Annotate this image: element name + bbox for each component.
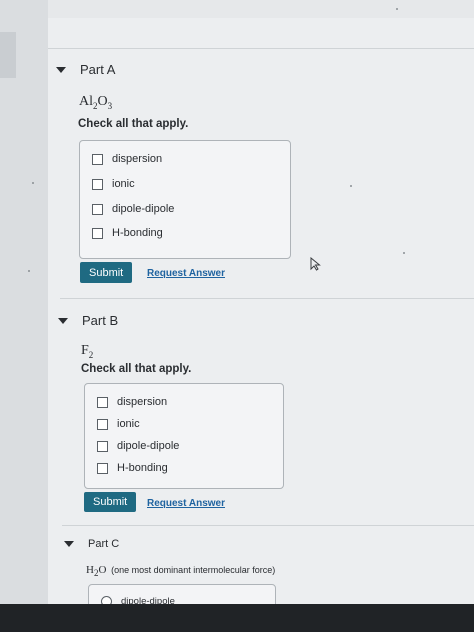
option-dipole-dipole[interactable]: dipole-dipole (97, 440, 179, 452)
checkbox-icon[interactable] (92, 227, 103, 239)
part-a-header[interactable]: Part A (56, 62, 115, 77)
part-a-prompt: Check all that apply. (78, 118, 189, 130)
speck (32, 182, 34, 184)
speck (396, 8, 398, 10)
side-tab (0, 32, 16, 78)
option-dipole-dipole[interactable]: dipole-dipole (92, 203, 174, 215)
part-c-note: (one most dominant intermolecular force) (111, 565, 276, 575)
part-divider (60, 298, 474, 299)
caret-down-icon[interactable] (58, 317, 68, 324)
part-divider (62, 525, 474, 526)
part-b-title: Part B (82, 313, 119, 328)
part-a-formula: Al2O3 (79, 94, 113, 111)
part-b-request-answer-link[interactable]: Request Answer (147, 498, 225, 509)
option-dispersion[interactable]: dispersion (92, 153, 162, 165)
checkbox-icon[interactable] (97, 418, 108, 430)
speck (403, 252, 405, 254)
option-ionic[interactable]: ionic (92, 178, 135, 190)
part-b-header[interactable]: Part B (58, 313, 118, 328)
option-h-bonding[interactable]: H-bonding (97, 462, 168, 474)
checkbox-icon[interactable] (92, 178, 103, 190)
option-dispersion[interactable]: dispersion (97, 396, 167, 408)
part-a-submit-button[interactable]: Submit (80, 262, 133, 283)
checkbox-icon[interactable] (92, 153, 103, 165)
part-c-header[interactable]: Part C (64, 538, 119, 550)
speck (28, 270, 30, 272)
speck (350, 185, 352, 187)
checkbox-icon[interactable] (92, 203, 103, 215)
left-margin (0, 0, 48, 632)
part-a-request-answer-link[interactable]: Request Answer (147, 268, 225, 279)
checkbox-icon[interactable] (97, 396, 108, 408)
part-b-submit-button[interactable]: Submit (84, 492, 137, 512)
part-b-prompt: Check all that apply. (81, 363, 192, 375)
option-ionic[interactable]: ionic (97, 418, 140, 430)
mouse-cursor-icon (310, 257, 321, 271)
caret-down-icon[interactable] (56, 66, 66, 73)
part-c-title: Part C (88, 538, 120, 550)
top-divider (48, 48, 474, 49)
caret-down-icon[interactable] (64, 541, 74, 547)
checkbox-icon[interactable] (97, 462, 108, 474)
part-b-options: dispersion ionic dipole-dipole H-bonding (84, 383, 284, 489)
part-a-options: dispersion ionic dipole-dipole H-bonding (79, 140, 291, 259)
checkbox-icon[interactable] (97, 440, 108, 452)
bottom-bar (0, 604, 474, 632)
option-h-bonding[interactable]: H-bonding (92, 227, 163, 239)
part-a-title: Part A (80, 62, 116, 77)
part-b-formula: F2 (81, 343, 94, 360)
part-c-formula: H2O (one most dominant intermolecular fo… (86, 564, 276, 579)
